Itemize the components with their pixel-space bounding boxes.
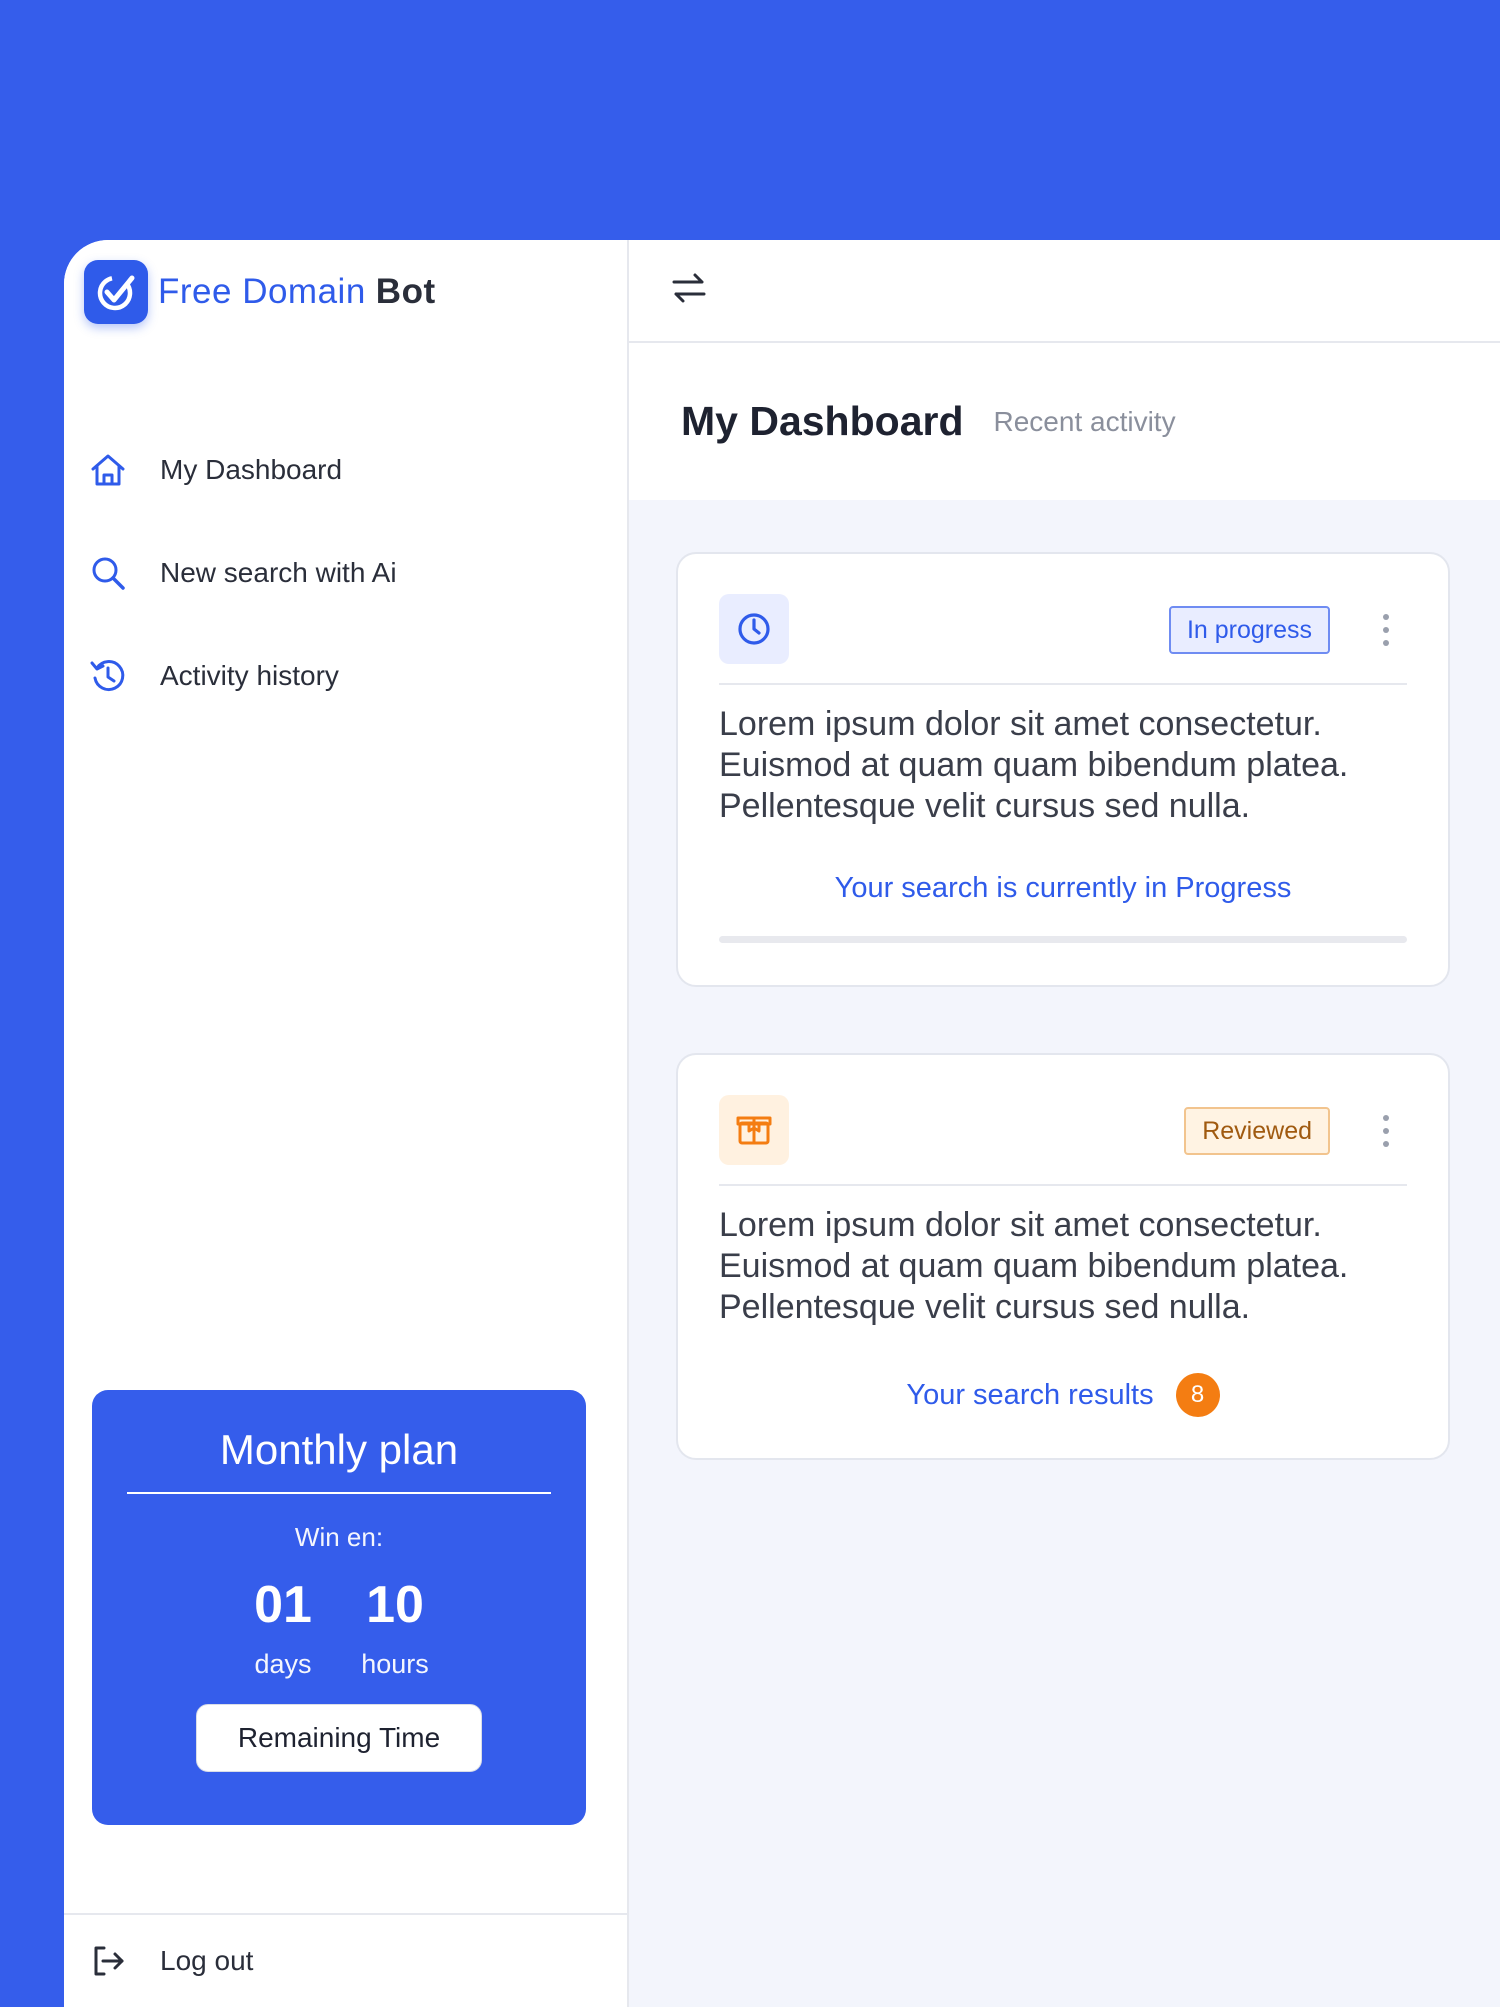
days-label: days <box>254 1649 312 1679</box>
search-icon <box>88 553 128 593</box>
sidebar-item-label: New search with Ai <box>160 557 397 588</box>
box-icon <box>719 1095 789 1165</box>
hours-value: 10 <box>366 1576 424 1634</box>
plan-title: Monthly plan <box>219 1426 459 1473</box>
plan-subtitle: Win en: <box>294 1522 384 1552</box>
logout-button[interactable]: Log out <box>64 1913 629 2007</box>
card-header: Reviewed <box>678 1055 1448 1185</box>
card-divider <box>719 683 1407 685</box>
countdown-days: 01 days <box>227 1575 339 1680</box>
days-value: 01 <box>254 1576 312 1634</box>
swap-arrows-icon[interactable] <box>669 268 709 313</box>
search-results-link[interactable]: Your search results <box>906 1379 1153 1412</box>
progress-bar <box>719 936 1407 943</box>
brand-name-part2: Bot <box>375 272 436 311</box>
activity-card: Reviewed Lorem ipsum dolor sit amet cons… <box>676 1053 1450 1460</box>
sidebar-item-label: My Dashboard <box>160 454 343 485</box>
card-divider <box>719 1184 1407 1186</box>
page-subtitle: Recent activity <box>993 405 1176 437</box>
sidebar-item-new-search[interactable]: New search with Ai <box>88 543 397 603</box>
plan-divider <box>127 1492 551 1494</box>
results-count-badge: 8 <box>1175 1373 1220 1417</box>
clock-icon <box>719 594 789 664</box>
card-description: Lorem ipsum dolor sit amet consectetur. … <box>719 1206 1349 1326</box>
more-options-icon[interactable] <box>1382 614 1390 646</box>
main-content: My Dashboard Recent activity In progress… <box>629 240 1500 2007</box>
brand-name-part1: Free Domain <box>158 272 366 311</box>
remaining-time-button[interactable]: Remaining Time <box>196 1704 482 1772</box>
status-badge: In progress <box>1168 606 1330 654</box>
plan-countdown: 01 days 10 hours <box>92 1575 586 1680</box>
status-badge: Reviewed <box>1184 1107 1330 1155</box>
sidebar-item-dashboard[interactable]: My Dashboard <box>88 440 397 500</box>
more-options-icon[interactable] <box>1382 1115 1390 1147</box>
top-bar <box>629 240 1500 343</box>
hours-label: hours <box>361 1649 429 1679</box>
sidebar-item-label: Activity history <box>160 660 339 691</box>
logout-label: Log out <box>160 1945 254 1976</box>
sidebar-item-activity-history[interactable]: Activity history <box>88 646 397 706</box>
brand-name: Free Domain Bot <box>158 272 436 312</box>
sidebar: Free Domain Bot My Dashboard New search … <box>64 240 629 2007</box>
search-progress-link[interactable]: Your search is currently in Progress <box>678 872 1448 905</box>
activity-card: In progress Lorem ipsum dolor sit amet c… <box>676 552 1450 987</box>
logo[interactable]: Free Domain Bot <box>84 260 436 324</box>
card-header: In progress <box>678 554 1448 684</box>
home-icon <box>88 450 128 490</box>
page-title: My Dashboard <box>681 398 964 444</box>
monthly-plan-card: Monthly plan Win en: 01 days 10 hours Re… <box>92 1390 586 1825</box>
app-window: Free Domain Bot My Dashboard New search … <box>64 240 1500 2007</box>
sidebar-nav: My Dashboard New search with Ai Activity… <box>88 440 397 749</box>
countdown-hours: 10 hours <box>339 1575 451 1680</box>
history-icon <box>88 656 128 696</box>
check-logo-icon <box>84 260 148 324</box>
search-results-row: Your search results 8 <box>678 1373 1448 1417</box>
card-description: Lorem ipsum dolor sit amet consectetur. … <box>719 705 1349 825</box>
logout-icon <box>88 1941 128 1981</box>
page-header: My Dashboard Recent activity <box>629 343 1500 500</box>
